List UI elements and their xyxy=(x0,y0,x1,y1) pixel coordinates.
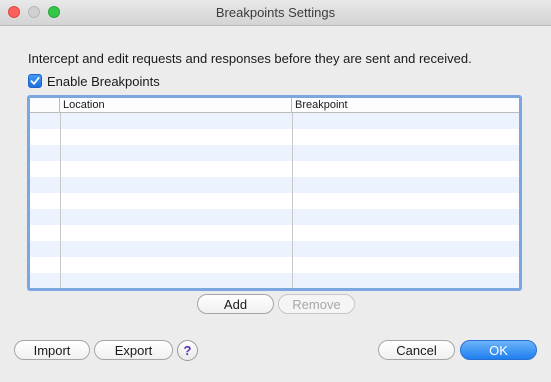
remove-button[interactable]: Remove xyxy=(278,294,355,314)
enable-breakpoints-label[interactable]: Enable Breakpoints xyxy=(47,74,160,89)
cancel-button[interactable]: Cancel xyxy=(378,340,455,360)
table-row[interactable] xyxy=(30,193,519,209)
title-bar: Breakpoints Settings xyxy=(0,0,551,26)
description-text: Intercept and edit requests and response… xyxy=(28,51,472,66)
table-row[interactable] xyxy=(30,241,519,257)
table-row[interactable] xyxy=(30,209,519,225)
help-icon: ? xyxy=(183,343,192,358)
column-header-gutter[interactable] xyxy=(30,98,60,113)
column-divider xyxy=(60,113,61,288)
enable-breakpoints-checkbox[interactable] xyxy=(28,74,42,88)
column-header-location[interactable]: Location xyxy=(60,98,292,113)
enable-breakpoints-row[interactable]: Enable Breakpoints xyxy=(28,73,160,89)
table-row[interactable] xyxy=(30,225,519,241)
table-row[interactable] xyxy=(30,145,519,161)
window-title: Breakpoints Settings xyxy=(215,5,336,20)
table-row[interactable] xyxy=(30,161,519,177)
table-row[interactable] xyxy=(30,129,519,145)
table-header: Location Breakpoint xyxy=(30,98,519,113)
export-button[interactable]: Export xyxy=(94,340,173,360)
column-divider xyxy=(292,113,293,288)
add-button[interactable]: Add xyxy=(197,294,274,314)
breakpoints-table[interactable]: Location Breakpoint xyxy=(27,95,522,291)
import-button[interactable]: Import xyxy=(14,340,90,360)
table-row[interactable] xyxy=(30,113,519,129)
column-header-breakpoint[interactable]: Breakpoint xyxy=(292,98,519,113)
table-row[interactable] xyxy=(30,177,519,193)
table-row[interactable] xyxy=(30,257,519,273)
checkmark-icon xyxy=(30,77,40,85)
ok-button[interactable]: OK xyxy=(460,340,537,360)
table-body[interactable] xyxy=(30,113,519,288)
table-row[interactable] xyxy=(30,273,519,288)
help-button[interactable]: ? xyxy=(177,340,198,361)
